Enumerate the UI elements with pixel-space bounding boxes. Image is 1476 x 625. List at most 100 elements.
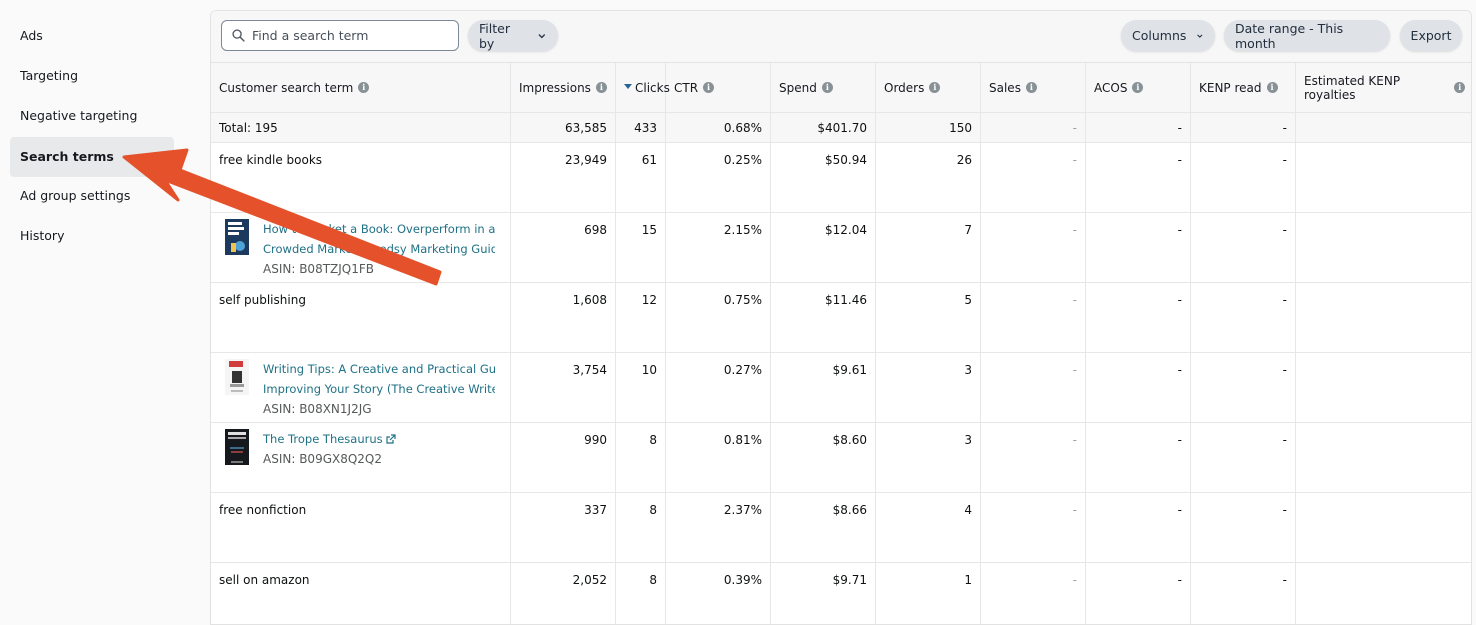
kenp-read-cell: -: [1191, 143, 1296, 212]
search-terms-panel: Filter by Columns Date range - This mont…: [210, 10, 1472, 625]
column-label: Estimated KENP royalties: [1304, 73, 1401, 102]
kenp-read-cell: -: [1191, 283, 1296, 352]
orders-cell: 1: [876, 563, 981, 624]
sort-desc-icon: [624, 84, 632, 89]
spend-cell: $8.66: [771, 493, 876, 562]
sidebar-item-negative-targeting[interactable]: Negative targeting: [10, 96, 174, 136]
column-label: ACOS: [1094, 80, 1128, 95]
kenp-royalties-cell: [1296, 143, 1471, 212]
kenp-read-cell: -: [1191, 213, 1296, 282]
column-label: Spend: [779, 80, 817, 95]
ctr-cell: 0.27%: [666, 353, 771, 422]
product-asin: ASIN: B09GX8Q2Q2: [263, 452, 383, 466]
kenp-royalties-cell: [1296, 493, 1471, 562]
column-header-impressions[interactable]: Impressions i: [511, 63, 616, 112]
ctr-cell: 2.37%: [666, 493, 771, 562]
impressions-cell: 1,608: [511, 283, 616, 352]
info-icon[interactable]: i: [821, 82, 833, 93]
clicks-cell: 10: [616, 353, 666, 422]
total-kenp-read: -: [1191, 113, 1296, 142]
kenp-royalties-cell: [1296, 423, 1471, 492]
column-header-orders[interactable]: Orders i: [876, 63, 981, 112]
table-row: Writing Tips: A Creative and Practical G…: [211, 353, 1471, 423]
sidebar-item-history[interactable]: History: [10, 216, 174, 256]
info-icon[interactable]: i: [1132, 82, 1144, 93]
sidebar-item-targeting[interactable]: Targeting: [10, 56, 174, 96]
date-range-button[interactable]: Date range - This month: [1224, 20, 1390, 51]
ctr-cell: 0.39%: [666, 563, 771, 624]
filter-by-button[interactable]: Filter by: [468, 20, 558, 51]
kenp-read-cell: -: [1191, 353, 1296, 422]
spend-cell: $12.04: [771, 213, 876, 282]
impressions-cell: 337: [511, 493, 616, 562]
kenp-royalties-cell: [1296, 353, 1471, 422]
sales-cell: -: [981, 283, 1086, 352]
kenp-read-cell: -: [1191, 563, 1296, 624]
kenp-royalties-cell: [1296, 283, 1471, 352]
column-header-clicks[interactable]: Clicks: [616, 63, 670, 112]
product-title-line: Crowded Market (Reedsy Marketing Guides…: [263, 242, 495, 256]
clicks-cell: 8: [616, 563, 666, 624]
book-cover-image[interactable]: [225, 429, 249, 465]
acos-cell: -: [1086, 283, 1191, 352]
book-cover-image[interactable]: [225, 359, 249, 395]
spend-cell: $8.60: [771, 423, 876, 492]
table-row: The Trope Thesaurus ASIN: B09GX8Q2Q2 990 8 0…: [211, 423, 1471, 493]
acos-cell: -: [1086, 563, 1191, 624]
column-header-ctr[interactable]: CTR i: [666, 63, 771, 112]
info-icon[interactable]: i: [929, 82, 941, 93]
sidebar-item-ads[interactable]: Ads: [10, 16, 174, 56]
columns-button[interactable]: Columns: [1121, 20, 1215, 51]
product-title-line: Improving Your Story (The Creative Write…: [263, 382, 495, 396]
column-header-kenp-royalties[interactable]: Estimated KENP royalties i: [1296, 63, 1471, 112]
column-header-kenp-read[interactable]: KENP read i: [1191, 63, 1296, 112]
book-cover-image[interactable]: [225, 219, 249, 255]
product-asin: ASIN: B08TZJQ1FB: [263, 262, 375, 276]
search-input[interactable]: [252, 28, 452, 43]
table-row: free kindle books 23,949 61 0.25% $50.94 26- -…: [211, 143, 1471, 213]
info-icon[interactable]: i: [1025, 82, 1037, 93]
external-link-icon[interactable]: [386, 434, 396, 444]
column-header-search-term[interactable]: Customer search term i: [211, 63, 511, 112]
total-kenp-royalties: [1296, 113, 1471, 142]
search-term-cell: sell on amazon: [211, 563, 511, 624]
info-icon[interactable]: i: [1454, 82, 1465, 93]
clicks-cell: 61: [616, 143, 666, 212]
info-icon[interactable]: i: [358, 82, 370, 93]
total-label: Total: 195: [211, 113, 511, 142]
search-term-cell: self publishing: [211, 283, 511, 352]
info-icon[interactable]: i: [1266, 82, 1278, 93]
acos-cell: -: [1086, 353, 1191, 422]
product-title-line: Writing Tips: A Creative and Practical G…: [263, 362, 495, 376]
column-label: Customer search term: [219, 80, 354, 95]
column-header-acos[interactable]: ACOS i: [1086, 63, 1191, 112]
product-title-link[interactable]: Writing Tips: A Creative and Practical G…: [263, 359, 495, 399]
sales-cell: -: [981, 353, 1086, 422]
export-button[interactable]: Export: [1400, 20, 1462, 51]
table-total-row: Total: 195 63,585 433 0.68% $401.70 150 …: [211, 113, 1471, 143]
table-header-row: Customer search term i Impressions i Click…: [211, 63, 1471, 113]
ctr-cell: 0.75%: [666, 283, 771, 352]
acos-cell: -: [1086, 143, 1191, 212]
sidebar-item-search-terms[interactable]: Search terms: [10, 137, 174, 177]
product-cell: How to Market a Book: Overperform in a Cr…: [211, 213, 511, 282]
product-title-link[interactable]: The Trope Thesaurus: [263, 429, 396, 449]
table-row: sell on amazon 2,052 8 0.39% $9.71 1- - -: [211, 563, 1471, 624]
sales-cell: -: [981, 493, 1086, 562]
clicks-cell: 12: [616, 283, 666, 352]
search-field[interactable]: [221, 20, 459, 51]
kenp-read-cell: -: [1191, 493, 1296, 562]
export-label: Export: [1410, 28, 1452, 43]
spend-cell: $11.46: [771, 283, 876, 352]
product-title-link[interactable]: How to Market a Book: Overperform in a Cr…: [263, 219, 495, 259]
ctr-cell: 2.15%: [666, 213, 771, 282]
sidebar-item-ad-group-settings[interactable]: Ad group settings: [10, 176, 174, 216]
info-icon[interactable]: i: [595, 82, 607, 93]
column-header-sales[interactable]: Sales i: [981, 63, 1086, 112]
toolbar: Filter by Columns Date range - This mont…: [211, 11, 1471, 63]
orders-cell: 5: [876, 283, 981, 352]
product-title-line: The Trope Thesaurus: [263, 432, 383, 446]
column-header-spend[interactable]: Spend i: [771, 63, 876, 112]
clicks-cell: 15: [616, 213, 666, 282]
info-icon[interactable]: i: [703, 82, 715, 93]
